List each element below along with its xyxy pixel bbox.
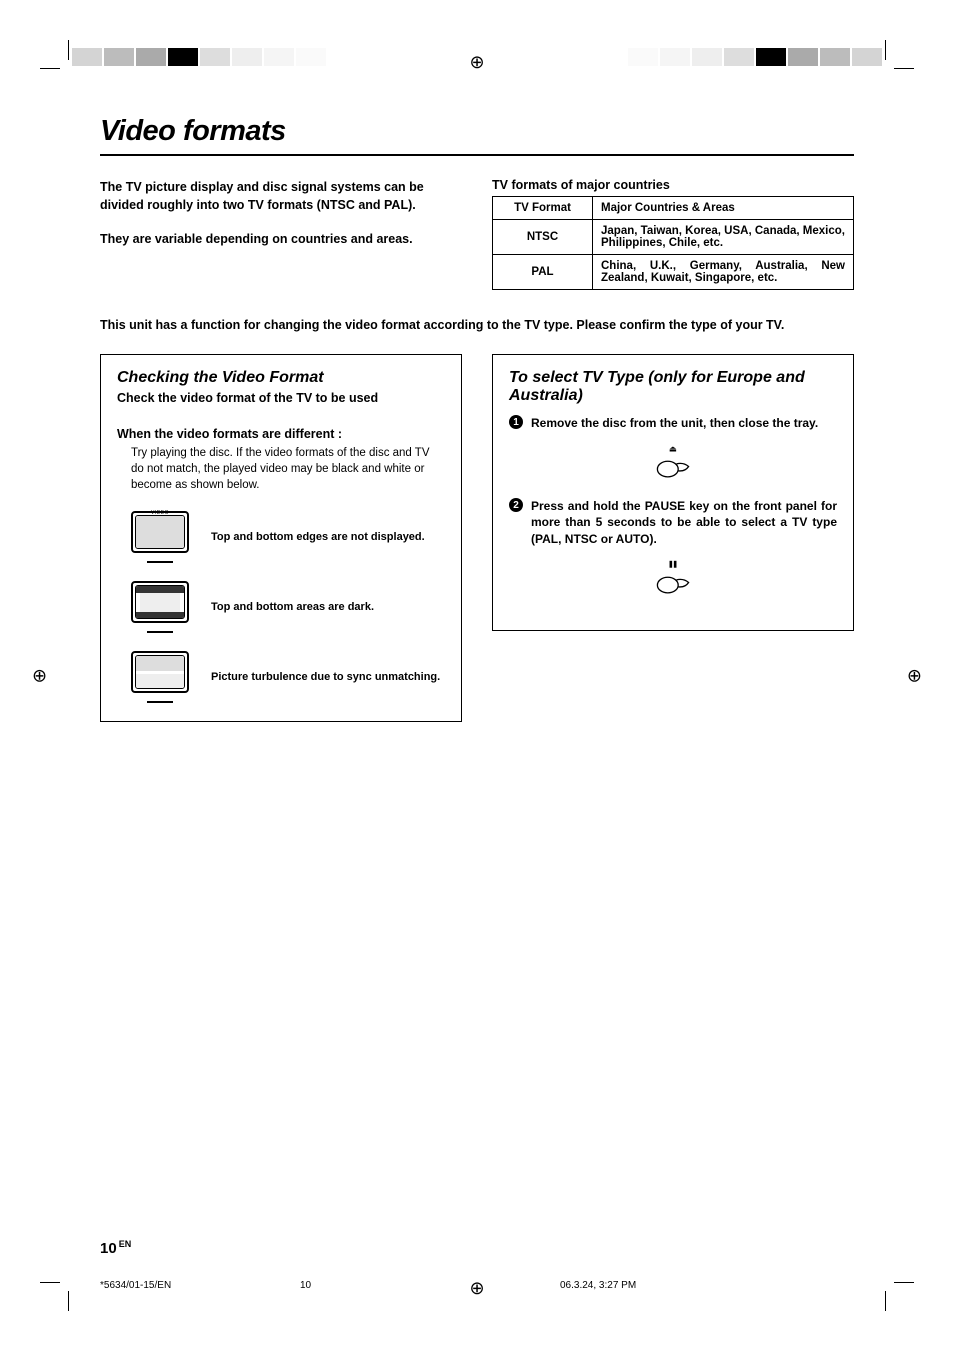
cell-areas: China, U.K., Germany, Australia, New Zea… (593, 255, 854, 290)
th-areas: Major Countries & Areas (593, 197, 854, 220)
intro-p2: They are variable depending on countries… (100, 230, 462, 248)
th-format: TV Format (493, 197, 593, 220)
diff-heading: When the video formats are different : (117, 427, 445, 441)
checking-format-box: Checking the Video Format Check the vide… (100, 354, 462, 722)
crop-mark-bottom-left (40, 1281, 70, 1311)
table-row: PAL China, U.K., Germany, Australia, New… (493, 255, 854, 290)
diff-body: Try playing the disc. If the video forma… (131, 445, 445, 493)
figure-caption: Top and bottom areas are dark. (211, 601, 445, 613)
figure-row: Top and bottom areas are dark. (131, 581, 445, 633)
figure-caption: Picture turbulence due to sync unmatchin… (211, 671, 445, 683)
pause-icon (670, 561, 677, 568)
cell-format: PAL (493, 255, 593, 290)
select-tv-type-box: To select TV Type (only for Europe and A… (492, 354, 854, 631)
table-caption: TV formats of major countries (492, 178, 854, 192)
left-subheading: Check the video format of the TV to be u… (117, 391, 445, 405)
step-number: 1 (509, 415, 523, 429)
eject-press-icon: ⏏ (509, 443, 837, 488)
figure-row: VIDEO Top and bottom edges are not displ… (131, 511, 445, 563)
print-slug: *5634/01-15/EN 10 06.3.24, 3:27 PM (100, 1280, 854, 1291)
tv-illustration-letterbox (131, 581, 189, 633)
step-text: Remove the disc from the unit, then clos… (531, 415, 837, 431)
registration-mark-left: ⊕ (32, 665, 47, 686)
note-text: This unit has a function for changing th… (100, 318, 854, 332)
tv-illustration-turbulence (131, 651, 189, 703)
registration-mark-right: ⊕ (907, 665, 922, 686)
right-heading: To select TV Type (only for Europe and A… (509, 369, 837, 405)
step-text: Press and hold the PAUSE key on the fron… (531, 498, 837, 547)
color-bars (0, 48, 954, 70)
page-number: 10EN (100, 1239, 131, 1257)
tv-illustration-cropped: VIDEO (131, 511, 189, 563)
tv-format-table: TV Format Major Countries & Areas NTSC J… (492, 196, 854, 290)
table-row: NTSC Japan, Taiwan, Korea, USA, Canada, … (493, 220, 854, 255)
slug-timestamp: 06.3.24, 3:27 PM (560, 1280, 636, 1291)
intro-p1: The TV picture display and disc signal s… (100, 178, 462, 214)
slug-page: 10 (300, 1280, 560, 1291)
figure-caption: Top and bottom edges are not displayed. (211, 531, 445, 543)
page-title: Video formats (100, 115, 854, 148)
step-number: 2 (509, 498, 523, 512)
figure-row: Picture turbulence due to sync unmatchin… (131, 651, 445, 703)
crop-mark-bottom-right (884, 1281, 914, 1311)
cell-areas: Japan, Taiwan, Korea, USA, Canada, Mexic… (593, 220, 854, 255)
step-1: 1 Remove the disc from the unit, then cl… (509, 415, 837, 431)
title-rule (100, 154, 854, 156)
cell-format: NTSC (493, 220, 593, 255)
slug-file: *5634/01-15/EN (100, 1280, 300, 1291)
intro-text: The TV picture display and disc signal s… (100, 178, 462, 290)
pause-press-icon (509, 559, 837, 604)
step-2: 2 Press and hold the PAUSE key on the fr… (509, 498, 837, 547)
left-heading: Checking the Video Format (117, 369, 445, 387)
eject-icon: ⏏ (669, 444, 677, 454)
